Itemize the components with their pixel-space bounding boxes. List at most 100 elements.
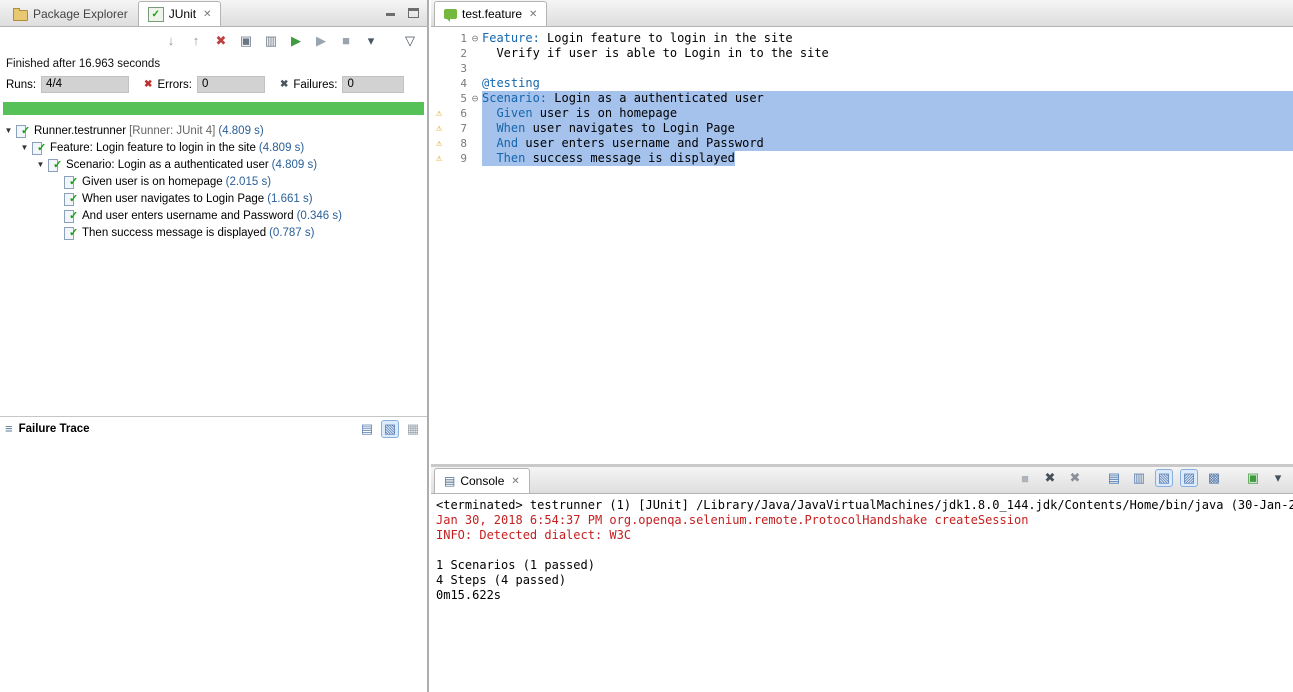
warning-icon: ⚠ bbox=[431, 151, 447, 166]
gherkin-keyword: @testing bbox=[482, 76, 540, 90]
console-view-menu-icon[interactable]: ▾ bbox=[1269, 469, 1287, 487]
test-pass-icon bbox=[63, 209, 78, 223]
fold-gutter bbox=[468, 121, 482, 136]
show-skipped-only-icon[interactable]: ▣ bbox=[237, 32, 255, 50]
maximize-view-icon[interactable] bbox=[408, 8, 419, 18]
editor-line[interactable]: 5⊖Scenario: Login as a authenticated use… bbox=[431, 91, 1293, 106]
code-segment bbox=[482, 151, 496, 165]
scroll-lock-icon[interactable]: ▥ bbox=[262, 32, 280, 50]
tab-console[interactable]: ▤ Console ✕ bbox=[434, 468, 530, 493]
failures-icon: ✖ bbox=[280, 79, 288, 90]
code-segment: user is on homepage bbox=[533, 106, 678, 120]
fold-collapse-icon[interactable]: ⊖ bbox=[468, 31, 482, 46]
errors-icon: ✖ bbox=[144, 79, 152, 90]
editor-line[interactable]: 1⊖Feature: Login feature to login in the… bbox=[431, 31, 1293, 46]
show-next-failure-icon[interactable]: ↓ bbox=[162, 32, 180, 50]
minimize-view-icon[interactable] bbox=[385, 7, 396, 18]
open-console-icon[interactable]: ▣ bbox=[1244, 469, 1262, 487]
test-tree-item[interactable]: When user navigates to Login Page(1.661 … bbox=[0, 190, 427, 207]
gherkin-keyword: Feature: bbox=[482, 31, 540, 45]
console-tabbar: ▤ Console ✕ ■ ✖ ✖ ▤ ▥ ▧ ▨ ▩ ▣ ▾ bbox=[431, 467, 1293, 494]
console-pane: ▤ Console ✕ ■ ✖ ✖ ▤ ▥ ▧ ▨ ▩ ▣ ▾ <terminated> test… bbox=[431, 464, 1293, 692]
test-tree-item[interactable]: ▼Feature: Login feature to login in the … bbox=[0, 139, 427, 156]
word-wrap-icon[interactable]: ▧ bbox=[1155, 469, 1173, 487]
view-menu-icon[interactable]: ▽ bbox=[401, 32, 419, 50]
test-name: Then success message is displayed bbox=[82, 227, 266, 239]
fold-collapse-icon[interactable]: ⊖ bbox=[468, 91, 482, 106]
errors-value: 0 bbox=[197, 76, 265, 93]
pin-console-icon[interactable]: ▨ bbox=[1180, 469, 1198, 487]
stop-test-icon[interactable]: ■ bbox=[337, 32, 355, 50]
editor-line[interactable]: 4@testing bbox=[431, 76, 1293, 91]
fold-gutter bbox=[468, 61, 482, 76]
code-text: @testing bbox=[482, 76, 540, 91]
show-previous-failure-icon[interactable]: ↑ bbox=[187, 32, 205, 50]
editor-lines[interactable]: 1⊖Feature: Login feature to login in the… bbox=[431, 27, 1293, 464]
test-tree-item[interactable]: Given user is on homepage(2.015 s) bbox=[0, 173, 427, 190]
line-number: 2 bbox=[447, 46, 468, 61]
close-tab-icon[interactable]: ✕ bbox=[511, 476, 519, 487]
test-name: When user navigates to Login Page bbox=[82, 193, 264, 205]
show-failures-only-icon[interactable]: ✖ bbox=[212, 32, 230, 50]
editor-line[interactable]: 2 Verify if user is able to Login in to … bbox=[431, 46, 1293, 61]
display-selected-console-icon[interactable]: ▩ bbox=[1205, 469, 1223, 487]
test-pass-icon bbox=[47, 158, 62, 172]
tab-package-explorer[interactable]: Package Explorer bbox=[3, 1, 138, 26]
elapsed-time: (2.015 s) bbox=[226, 176, 271, 188]
test-run-history-icon[interactable]: ▾ bbox=[362, 32, 380, 50]
annotation-gutter bbox=[431, 31, 447, 46]
close-tab-icon[interactable]: ✕ bbox=[529, 9, 537, 20]
test-pass-icon bbox=[63, 175, 78, 189]
test-name: Scenario: Login as a authenticated user bbox=[66, 159, 269, 171]
expand-toggle-icon[interactable]: ▼ bbox=[18, 143, 31, 152]
junit-toolbar: ↓ ↑ ✖ ▣ ▥ ▶ ▶ ■ ▾ ▽ bbox=[0, 27, 427, 54]
elapsed-time: (0.346 s) bbox=[297, 210, 342, 222]
warning-icon: ⚠ bbox=[431, 106, 447, 121]
failures-label: Failures: bbox=[293, 79, 337, 91]
test-tree-item[interactable]: And user enters username and Password(0.… bbox=[0, 207, 427, 224]
scroll-lock-icon[interactable]: ▥ bbox=[1130, 469, 1148, 487]
compare-result-icon[interactable]: ▦ bbox=[404, 420, 422, 438]
tab-junit[interactable]: ✓ JUnit ✕ bbox=[138, 1, 222, 26]
fold-gutter bbox=[468, 136, 482, 151]
close-tab-icon[interactable]: ✕ bbox=[203, 9, 211, 20]
failures-value: 0 bbox=[342, 76, 404, 93]
line-number: 6 bbox=[447, 106, 468, 121]
console-output[interactable]: <terminated> testrunner (1) [JUnit] /Lib… bbox=[431, 494, 1293, 692]
editor-line[interactable]: 3 bbox=[431, 61, 1293, 76]
gherkin-keyword: And bbox=[496, 136, 518, 150]
tab-label: test.feature bbox=[462, 7, 522, 21]
counters-bar: Runs: 4/4 ✖ Errors: 0 ✖ Failures: 0 bbox=[0, 71, 427, 96]
clear-console-icon[interactable]: ▤ bbox=[1105, 469, 1123, 487]
code-text: When user navigates to Login Page bbox=[482, 121, 1293, 136]
test-tree-item[interactable]: Then success message is displayed(0.787 … bbox=[0, 224, 427, 241]
console-toolbar: ■ ✖ ✖ ▤ ▥ ▧ ▨ ▩ ▣ ▾ bbox=[1016, 469, 1287, 487]
fold-gutter bbox=[468, 76, 482, 91]
remove-all-terminated-launches-icon[interactable]: ✖ bbox=[1066, 469, 1084, 487]
editor-line[interactable]: ⚠7 When user navigates to Login Page bbox=[431, 121, 1293, 136]
editor-line[interactable]: ⚠9 Then success message is displayed bbox=[431, 151, 1293, 166]
console-line: 4 Steps (4 passed) bbox=[436, 573, 1288, 588]
elapsed-time: (4.809 s) bbox=[272, 159, 317, 171]
test-name: And user enters username and Password bbox=[82, 210, 294, 222]
show-stack-trace-in-console-icon[interactable]: ▤ bbox=[358, 420, 376, 438]
editor-line[interactable]: ⚠6 Given user is on homepage bbox=[431, 106, 1293, 121]
editor-line[interactable]: ⚠8 And user enters username and Password bbox=[431, 136, 1293, 151]
console-line: Jan 30, 2018 6:54:37 PM org.openqa.selen… bbox=[436, 513, 1288, 528]
elapsed-time: (1.661 s) bbox=[267, 193, 312, 205]
rerun-failed-first-icon[interactable]: ▶ bbox=[312, 32, 330, 50]
left-tabbar: Package Explorer ✓ JUnit ✕ bbox=[0, 0, 427, 27]
test-tree-item[interactable]: ▼ Scenario: Login as a authenticated user… bbox=[0, 156, 427, 173]
enable-stack-trace-filter-icon[interactable]: ▧ bbox=[381, 420, 399, 438]
tab-test-feature[interactable]: test.feature ✕ bbox=[434, 1, 547, 26]
annotation-gutter bbox=[431, 76, 447, 91]
expand-toggle-icon[interactable]: ▼ bbox=[2, 126, 15, 135]
test-tree-item[interactable]: ▼Runner.testrunner[Runner: JUnit 4](4.80… bbox=[0, 122, 427, 139]
terminate-icon[interactable]: ■ bbox=[1016, 469, 1034, 487]
remove-launch-icon[interactable]: ✖ bbox=[1041, 469, 1059, 487]
expand-toggle-icon[interactable]: ▼ bbox=[34, 160, 47, 169]
rerun-test-icon[interactable]: ▶ bbox=[287, 32, 305, 50]
test-pass-icon bbox=[31, 141, 46, 155]
errors-label: Errors: bbox=[157, 79, 192, 91]
finished-status: Finished after 16.963 seconds bbox=[0, 54, 427, 71]
